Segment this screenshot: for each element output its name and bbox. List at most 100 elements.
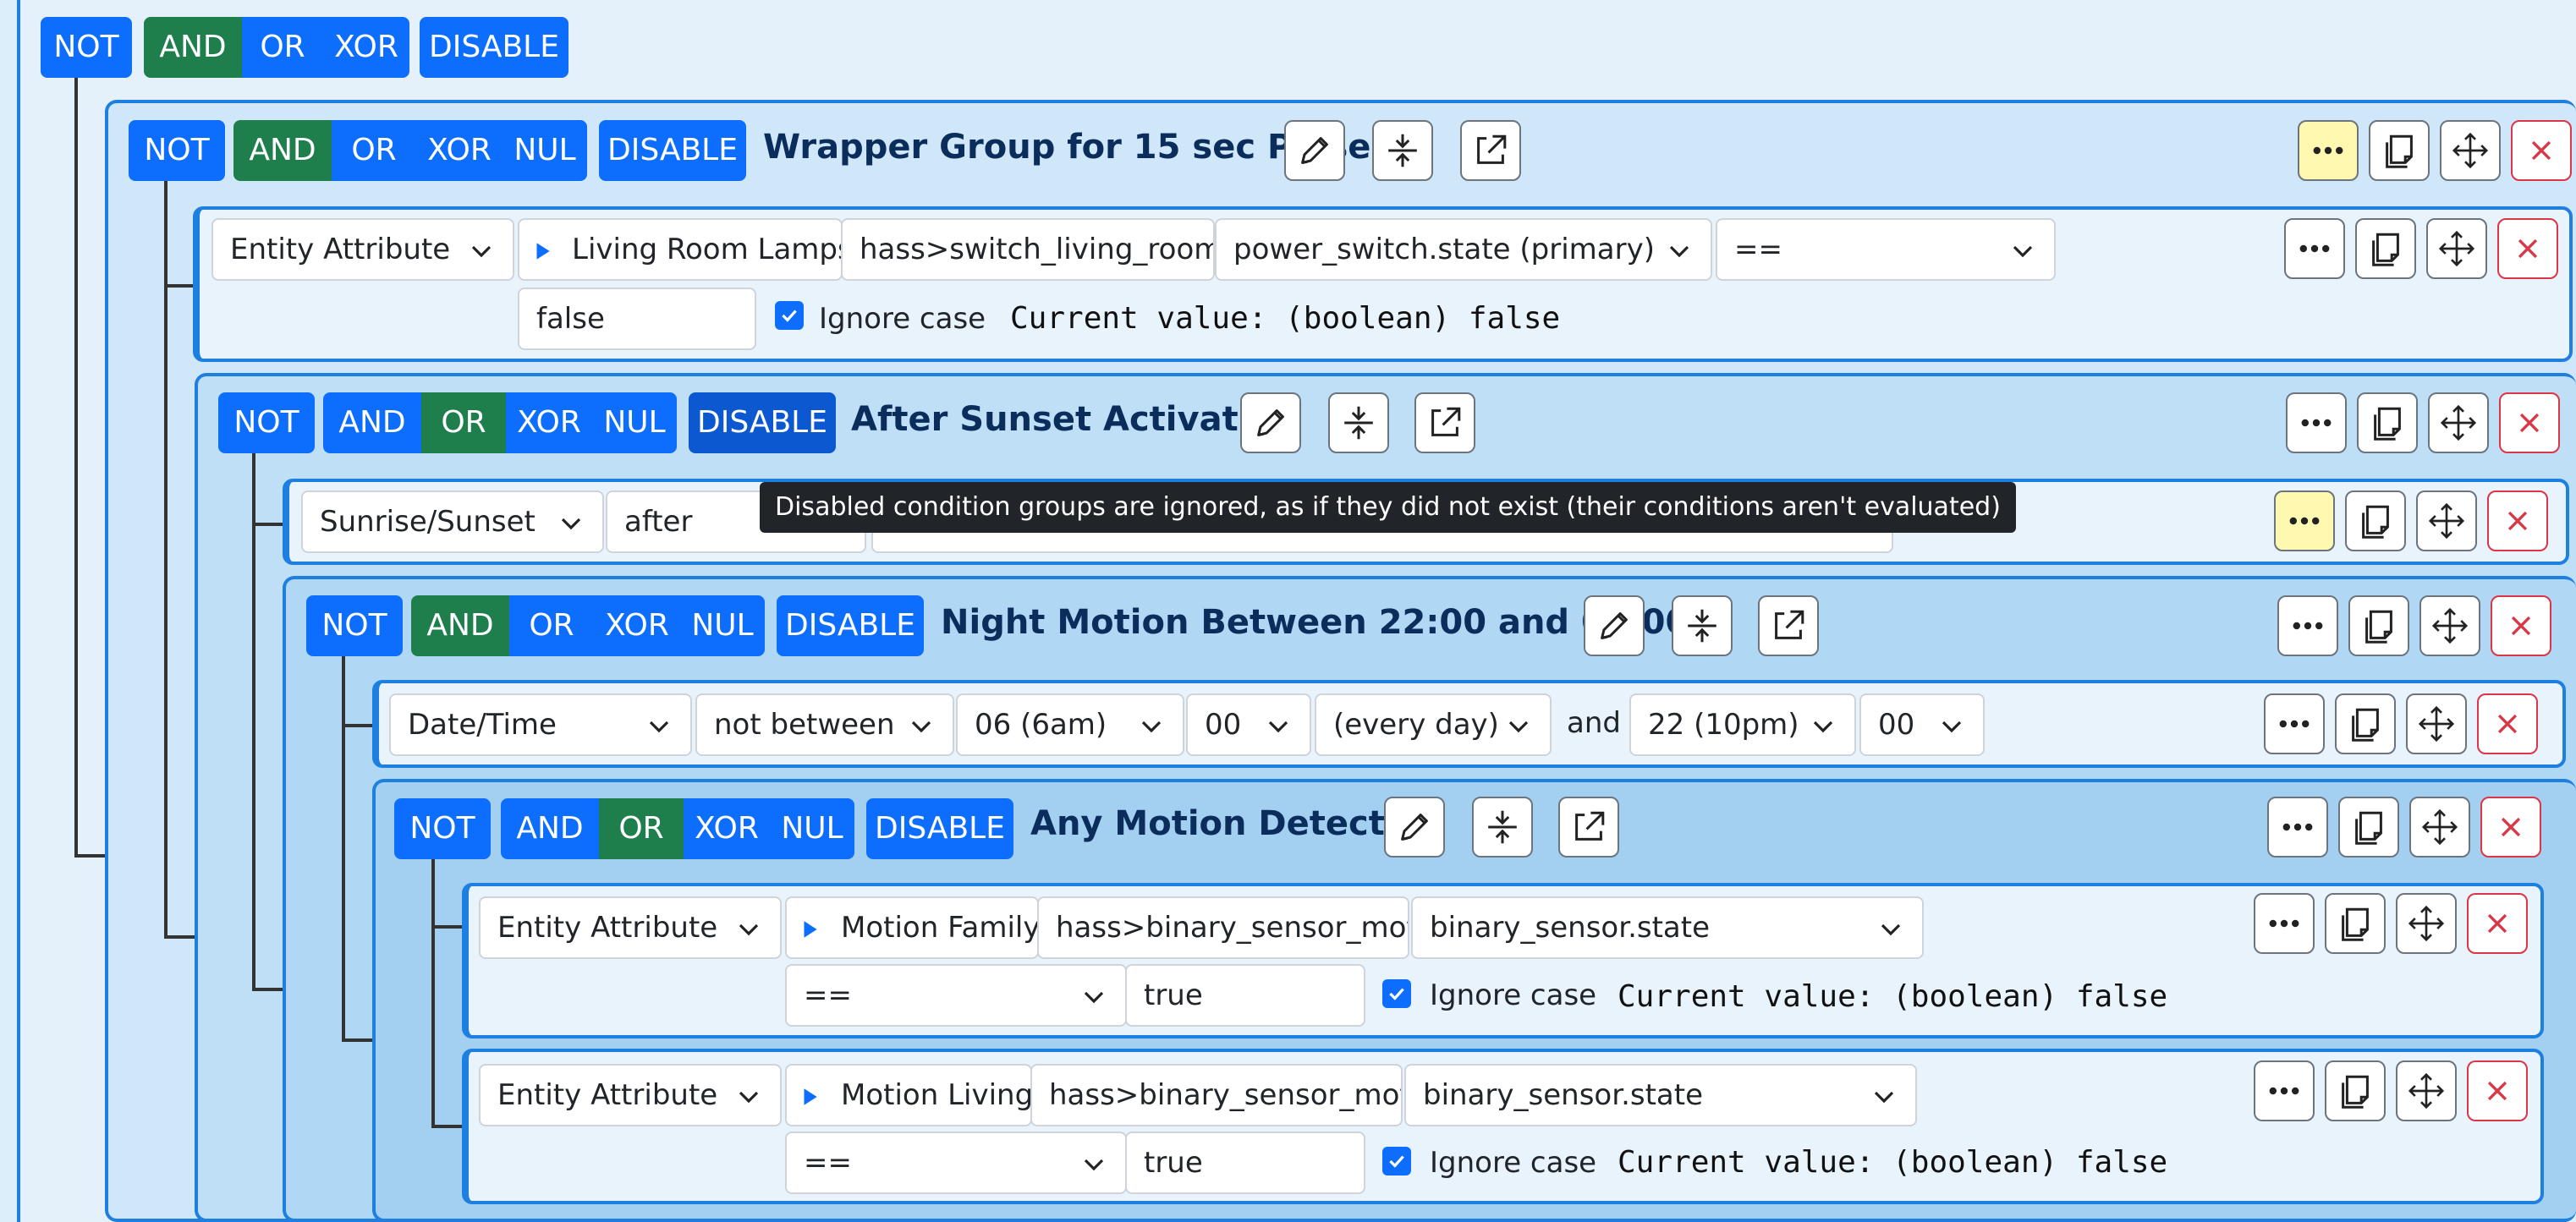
not-button[interactable]: NOT	[394, 798, 491, 859]
edit-title-button[interactable]	[1284, 120, 1345, 181]
nul-button[interactable]: NUL	[770, 798, 854, 859]
more-button[interactable]	[2277, 595, 2338, 656]
and-button[interactable]: AND	[411, 595, 509, 656]
xor-button[interactable]: XOR	[594, 595, 680, 656]
move-button[interactable]	[2409, 797, 2470, 858]
disable-button[interactable]: DISABLE	[599, 120, 746, 181]
value-input[interactable]: true	[1125, 1132, 1365, 1194]
move-button[interactable]	[2396, 1060, 2457, 1121]
condition-type-select[interactable]: Date/Time	[389, 693, 692, 756]
open-external-button[interactable]	[1414, 392, 1475, 453]
or-button[interactable]: OR	[332, 120, 416, 181]
copy-button[interactable]	[2335, 693, 2396, 754]
more-button[interactable]	[2298, 120, 2359, 181]
copy-button[interactable]	[2338, 797, 2399, 858]
delete-button[interactable]	[2487, 490, 2548, 551]
nul-button[interactable]: NUL	[503, 120, 587, 181]
condition-type-select[interactable]: Entity Attribute	[479, 1064, 782, 1126]
or-button[interactable]: OR	[242, 17, 323, 78]
collapse-button[interactable]	[1472, 797, 1533, 858]
and-button[interactable]: AND	[501, 798, 599, 859]
move-button[interactable]	[2440, 120, 2501, 181]
more-button[interactable]	[2274, 490, 2335, 551]
attribute-select[interactable]: power_switch.state (primary)	[1215, 218, 1712, 281]
delete-button[interactable]	[2497, 218, 2558, 279]
xor-button[interactable]: XOR	[506, 392, 592, 453]
open-external-button[interactable]	[1558, 797, 1619, 858]
more-button[interactable]	[2267, 797, 2328, 858]
more-button[interactable]	[2284, 218, 2345, 279]
more-button[interactable]	[2286, 392, 2347, 453]
copy-button[interactable]	[2369, 120, 2430, 181]
more-button[interactable]	[2254, 1060, 2315, 1121]
delete-button[interactable]	[2477, 693, 2538, 754]
entity-id-field[interactable]: hass>binary_sensor_motic	[1037, 896, 1409, 959]
move-button[interactable]	[2419, 595, 2480, 656]
xor-button[interactable]: XOR	[416, 120, 503, 181]
copy-button[interactable]	[2325, 1060, 2386, 1121]
nul-button[interactable]: NUL	[680, 595, 765, 656]
move-button[interactable]	[2428, 392, 2489, 453]
disable-button[interactable]: DISABLE	[689, 392, 836, 453]
end-hour-select[interactable]: 22 (10pm)	[1629, 693, 1856, 756]
more-button[interactable]	[2254, 893, 2315, 954]
value-input[interactable]: true	[1125, 964, 1365, 1027]
value-input[interactable]: false	[518, 288, 756, 350]
not-button[interactable]: NOT	[129, 120, 225, 181]
xor-button[interactable]: XOR	[323, 17, 409, 78]
not-button[interactable]: NOT	[41, 17, 132, 78]
ignore-case-checkbox[interactable]	[1382, 979, 1411, 1008]
or-button[interactable]: OR	[509, 595, 594, 656]
disable-button[interactable]: DISABLE	[420, 17, 568, 78]
time-mode-select[interactable]: not between	[695, 693, 954, 756]
start-hour-select[interactable]: 06 (6am)	[956, 693, 1184, 756]
delete-button[interactable]	[2467, 1060, 2528, 1121]
xor-button[interactable]: XOR	[684, 798, 770, 859]
day-select[interactable]: (every day)	[1315, 693, 1552, 756]
condition-type-select[interactable]: Entity Attribute	[211, 218, 514, 281]
entity-picker[interactable]: Living Room Lamps	[518, 218, 843, 281]
delete-button[interactable]	[2499, 392, 2560, 453]
delete-button[interactable]	[2491, 595, 2551, 656]
entity-picker[interactable]: Motion Living	[785, 1064, 1032, 1126]
and-button[interactable]: AND	[233, 120, 332, 181]
copy-button[interactable]	[2345, 490, 2406, 551]
edit-title-button[interactable]	[1384, 797, 1445, 858]
entity-picker[interactable]: Motion Family	[785, 896, 1039, 959]
condition-type-select[interactable]: Sunrise/Sunset	[301, 490, 604, 553]
collapse-button[interactable]	[1672, 595, 1733, 656]
or-button[interactable]: OR	[599, 798, 684, 859]
entity-id-field[interactable]: hass>binary_sensor_motic	[1030, 1064, 1403, 1126]
move-button[interactable]	[2426, 218, 2487, 279]
delete-button[interactable]	[2511, 120, 2572, 181]
nul-button[interactable]: NUL	[592, 392, 677, 453]
end-minute-select[interactable]: 00	[1859, 693, 1985, 756]
copy-button[interactable]	[2355, 218, 2416, 279]
operator-select[interactable]: ==	[785, 1132, 1127, 1194]
entity-id-field[interactable]: hass>switch_living_room_	[841, 218, 1215, 281]
or-button[interactable]: OR	[421, 392, 506, 453]
open-external-button[interactable]	[1758, 595, 1819, 656]
not-button[interactable]: NOT	[218, 392, 315, 453]
open-external-button[interactable]	[1460, 120, 1521, 181]
move-button[interactable]	[2406, 693, 2467, 754]
copy-button[interactable]	[2348, 595, 2409, 656]
disable-button[interactable]: DISABLE	[866, 798, 1013, 859]
edit-title-button[interactable]	[1240, 392, 1301, 453]
condition-type-select[interactable]: Entity Attribute	[479, 896, 782, 959]
not-button[interactable]: NOT	[306, 595, 403, 656]
ignore-case-checkbox[interactable]	[1382, 1147, 1411, 1175]
collapse-button[interactable]	[1372, 120, 1433, 181]
and-button[interactable]: AND	[144, 17, 242, 78]
copy-button[interactable]	[2325, 893, 2386, 954]
and-button[interactable]: AND	[323, 392, 421, 453]
operator-select[interactable]: ==	[785, 964, 1127, 1027]
delete-button[interactable]	[2467, 893, 2528, 954]
attribute-select[interactable]: binary_sensor.state	[1411, 896, 1924, 959]
delete-button[interactable]	[2480, 797, 2541, 858]
ignore-case-checkbox[interactable]	[775, 301, 804, 330]
attribute-select[interactable]: binary_sensor.state	[1404, 1064, 1917, 1126]
collapse-button[interactable]	[1328, 392, 1389, 453]
start-minute-select[interactable]: 00	[1186, 693, 1311, 756]
disable-button[interactable]: DISABLE	[777, 595, 924, 656]
